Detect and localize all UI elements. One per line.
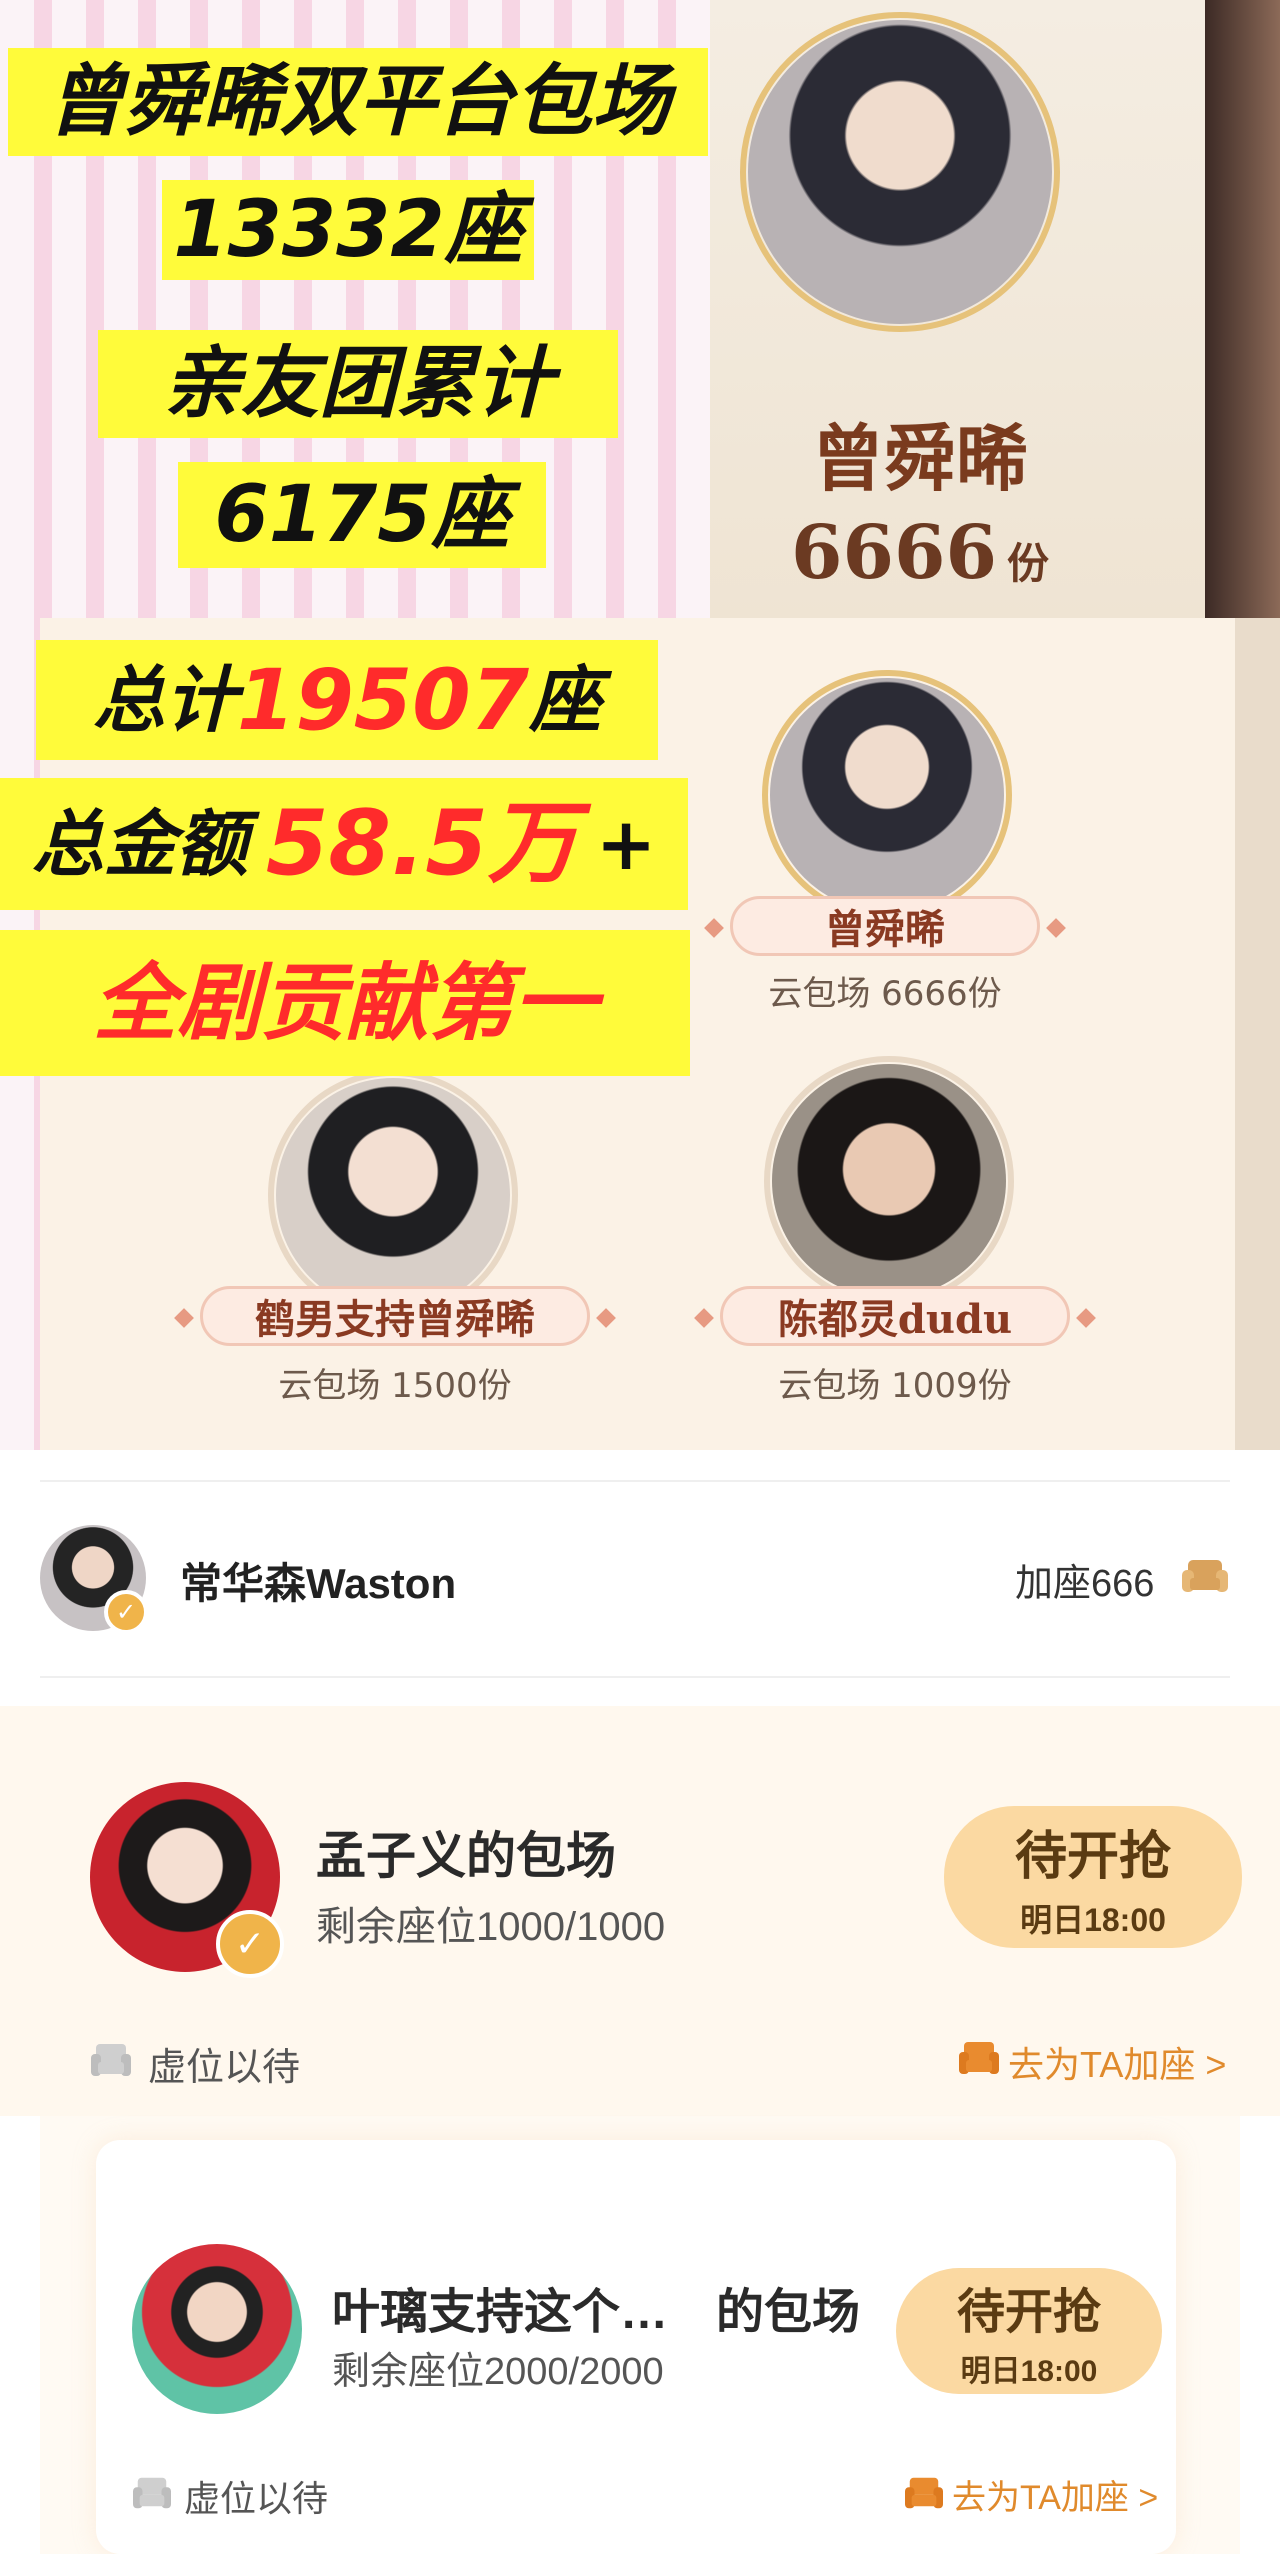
top-card-count-value: 6666 (791, 510, 997, 596)
portrait-image (748, 20, 1052, 324)
session-2-avatar (132, 2244, 302, 2414)
divider-bottom (40, 1676, 1230, 1678)
session-card-1[interactable]: ✓ 孟子义的包场 剩余座位1000/1000 待开抢 明日18:00 虚位以待 … (0, 1706, 1280, 2116)
headline-seat-count: 13332座 (162, 180, 534, 280)
contributor-2-detail: 云包场 1500份 (278, 1366, 512, 1406)
session-2-waiting: 虚位以待 (184, 2478, 329, 2519)
top-portrait-card: 曾舜晞 6666 份 (710, 0, 1280, 620)
add-seat-count: 加座666 (1015, 1563, 1155, 1605)
amount-suffix: + (595, 802, 657, 886)
session-1-seats: 剩余座位1000/1000 (316, 1905, 666, 1949)
headline-friends: 亲友团累计 (98, 330, 618, 438)
session-1-status-button[interactable]: 待开抢 明日18:00 (944, 1806, 1242, 1948)
session-card-2[interactable]: 叶璃支持这个… 的包场 剩余座位2000/2000 待开抢 明日18:00 虚位… (96, 2140, 1176, 2554)
amount-value: 58.5万 (265, 791, 578, 896)
session-2-status: 待开抢 (956, 2286, 1101, 2339)
contributor-1-avatar (770, 678, 1004, 912)
session-1-add-seat-link[interactable]: 去为TA加座 > (1008, 2036, 1226, 2088)
contributor-3-name: 陈都灵dudu (720, 1286, 1070, 1346)
headline-ranking: 全剧贡献第一 (0, 930, 690, 1076)
top-card-count-unit: 份 (1006, 539, 1049, 588)
contributor-1-detail: 云包场 6666份 (768, 974, 1002, 1014)
session-2-status-button[interactable]: 待开抢 明日18:00 (896, 2268, 1162, 2394)
session-1-time: 明日18:00 (1020, 1901, 1166, 1938)
divider-top (40, 1480, 1230, 1482)
session-1-waiting: 虚位以待 (148, 2047, 301, 2089)
sofa-icon (959, 2042, 999, 2074)
headline-title: 曾舜晞双平台包场 (8, 48, 708, 156)
session-2-add-seat-link[interactable]: 去为TA加座 > (952, 2470, 1158, 2519)
session-2-title: 叶璃支持这个… 的包场 (332, 2286, 861, 2339)
session-2-time: 明日18:00 (960, 2355, 1098, 2388)
contributor-2-avatar (276, 1078, 510, 1312)
poster-image: 曾舜晞 6666 份 曾舜晞 云包场 6666份 鹤男支持曾舜晞 云包场 1500… (0, 0, 1280, 1450)
contributor-3-avatar (772, 1064, 1006, 1298)
headline-amount: 总金额 58.5万 + (0, 778, 688, 910)
top-card-name: 曾舜晞 (811, 416, 1028, 501)
ranking-text: 全剧贡献第一 (92, 954, 597, 1052)
contributor-1-name: 曾舜晞 (730, 896, 1040, 956)
headline-total: 总计 19507 座 (36, 640, 658, 760)
amount-prefix: 总金额 (31, 802, 248, 886)
headline-friends-count: 6175座 (178, 462, 546, 568)
session-1-title: 孟子义的包场 (316, 1828, 616, 1884)
photo-edge (1205, 0, 1280, 620)
total-prefix: 总计 (92, 658, 237, 742)
session-2-seats: 剩余座位2000/2000 (332, 2351, 664, 2393)
seat-icon (133, 2477, 171, 2509)
session-1-status: 待开抢 (1014, 1827, 1171, 1886)
total-suffix: 座 (529, 658, 602, 742)
session-1-verified-icon: ✓ (216, 1910, 284, 1978)
seat-icon (91, 2044, 131, 2076)
top-card-count: 6666 份 (770, 510, 1070, 596)
verified-badge-icon: ✓ (104, 1590, 148, 1634)
sofa-icon (1182, 1560, 1228, 1592)
contributor-3-detail: 云包场 1009份 (778, 1366, 1012, 1406)
contributor-2-name: 鹤男支持曾舜晞 (200, 1286, 590, 1346)
sofa-icon (905, 2477, 943, 2509)
host-name[interactable]: 常华森Waston (180, 1550, 456, 1611)
panel-edge (1235, 618, 1280, 1450)
total-value: 19507 (236, 651, 530, 749)
